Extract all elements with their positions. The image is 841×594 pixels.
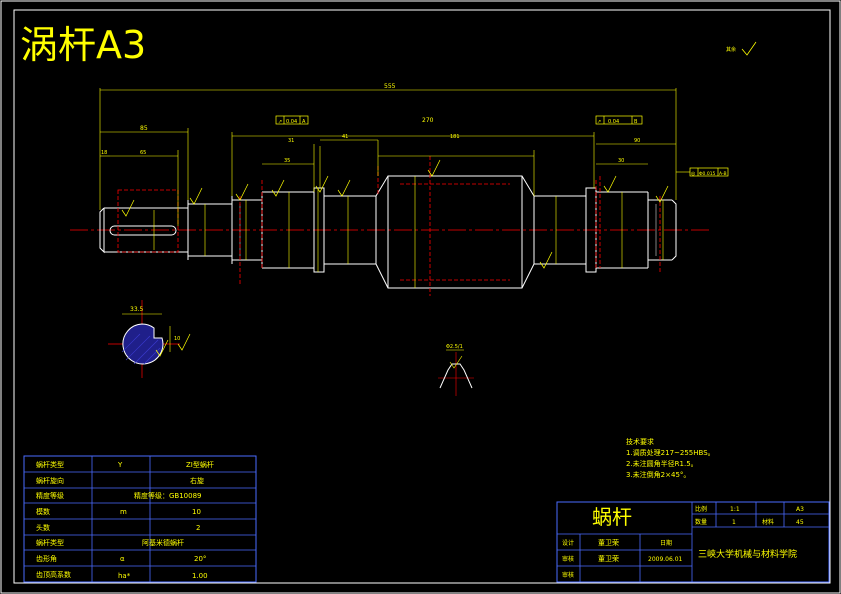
title-block: 蜗杆 比例 1:1 A3 数量 1 材料 45 设计 董卫荣 日期 审核 董卫荣…: [556, 501, 830, 583]
table-row: 齿顶高系数 ha* 1.00: [36, 570, 208, 580]
table-row: 蜗杆类型 阿基米德蜗杆: [36, 538, 184, 547]
dim-35: 35: [284, 158, 290, 164]
dim-31: 31: [288, 138, 294, 144]
svg-text:设计: 设计: [562, 539, 574, 547]
tolerance-frame-left: ↗ 0.04 A: [275, 115, 309, 125]
surface-finish-symbol: 其余: [726, 41, 757, 56]
svg-text:审核: 审核: [562, 555, 574, 563]
tech-req-item: 2.未注圆角半径R1.5。: [626, 459, 698, 468]
svg-text:1:1: 1:1: [730, 506, 740, 513]
svg-text:1.00: 1.00: [192, 572, 208, 580]
svg-text:A3: A3: [796, 506, 804, 513]
keyway-section-view: 33.5 10: [108, 300, 191, 378]
keyway-slot: [109, 225, 177, 236]
dim-270: 270: [422, 117, 434, 124]
svg-text:B: B: [634, 119, 638, 125]
svg-text:材料: 材料: [762, 518, 774, 526]
drawing-title: 涡杆A3: [20, 23, 146, 67]
svg-text:审核: 审核: [562, 571, 574, 579]
svg-text:m: m: [120, 508, 127, 516]
tolerance-frame-right: ↗ 0.04 B: [595, 115, 643, 125]
table-row: 头数 2: [36, 523, 200, 532]
svg-text:蜗杆旋向: 蜗杆旋向: [36, 476, 64, 485]
svg-text:蜗杆类型: 蜗杆类型: [36, 460, 64, 469]
technical-requirements: 技术要求 1.调质处理217~255HBS。 2.未注圆角半径R1.5。 3.未…: [626, 437, 715, 479]
tech-req-heading: 技术要求: [626, 437, 654, 446]
dim-30: 30: [618, 158, 624, 164]
dim-left-step: 85: [140, 125, 148, 132]
table-row: 蜗杆类型 Y ZI型蜗杆: [36, 460, 214, 469]
svg-text:董卫荣: 董卫荣: [598, 554, 619, 563]
svg-text:2: 2: [196, 524, 200, 532]
svg-text:右旋: 右旋: [190, 476, 204, 485]
svg-text:头数: 头数: [36, 523, 50, 532]
svg-text:↗: ↗: [597, 119, 601, 125]
shaft-main-view: 555 85 18 65 270 35 41 181 30 90 31 ↗ 0.…: [70, 83, 729, 296]
table-row: 精度等级 精度等级：GB10089: [36, 491, 202, 500]
svg-text:20°: 20°: [194, 555, 206, 563]
svg-text:董卫荣: 董卫荣: [598, 538, 619, 547]
svg-text:其余: 其余: [726, 46, 736, 53]
svg-text:齿顶高系数: 齿顶高系数: [36, 570, 71, 579]
drawing-canvas: 涡杆A3 其余 555 85 18 65 270 35 41 181 30 90…: [0, 0, 841, 594]
tech-req-item: 3.未注倒角2×45°。: [626, 470, 690, 479]
school-name: 三峡大学机械与材料学院: [698, 548, 797, 560]
dim-41: 41: [342, 134, 348, 140]
dim-18: 18: [101, 150, 107, 156]
svg-text:45: 45: [796, 519, 804, 526]
svg-text:精度等级: 精度等级: [36, 491, 64, 500]
svg-text:模数: 模数: [36, 507, 50, 516]
svg-text:Y: Y: [117, 461, 123, 469]
svg-text:◎: ◎: [691, 171, 696, 177]
worm-parameter-table: 蜗杆类型 Y ZI型蜗杆 蜗杆旋向 右旋 精度等级 精度等级：GB10089 模…: [23, 455, 257, 583]
tolerance-frame-far-right: ◎ Φ0.015 A-B: [689, 167, 729, 177]
key-depth-dim: 33.5: [130, 306, 144, 313]
svg-text:数量: 数量: [695, 518, 707, 526]
svg-text:0.04: 0.04: [608, 119, 619, 125]
svg-text:齿形角: 齿形角: [36, 554, 57, 563]
svg-text:A-B: A-B: [719, 171, 727, 177]
svg-text:↗: ↗: [278, 119, 282, 125]
svg-text:α: α: [120, 555, 125, 563]
svg-text:0.04: 0.04: [286, 119, 297, 125]
tooth-profile-detail: Φ2.5/1: [438, 344, 474, 396]
part-name: 蜗杆: [592, 505, 632, 529]
tooth-callout: Φ2.5/1: [446, 344, 463, 350]
table-row: 模数 m 10: [36, 507, 201, 516]
svg-text:Φ0.015: Φ0.015: [699, 171, 716, 177]
svg-text:ha*: ha*: [118, 572, 131, 580]
table-row: 蜗杆旋向 右旋: [36, 476, 204, 485]
table-row: 齿形角 α 20°: [36, 554, 206, 563]
dim-181: 181: [450, 134, 460, 140]
svg-text:阿基米德蜗杆: 阿基米德蜗杆: [142, 538, 184, 547]
dim-90: 90: [634, 138, 640, 144]
key-width-dim: 10: [174, 336, 180, 342]
svg-text:ZI型蜗杆: ZI型蜗杆: [186, 460, 214, 469]
svg-text:精度等级：GB10089: 精度等级：GB10089: [134, 491, 202, 500]
dim-overall: 555: [384, 83, 396, 90]
svg-text:比例: 比例: [695, 505, 707, 513]
tech-req-item: 1.调质处理217~255HBS。: [626, 448, 715, 457]
svg-text:1: 1: [732, 519, 736, 526]
svg-text:10: 10: [192, 508, 201, 516]
svg-text:2009.06.01: 2009.06.01: [648, 556, 683, 563]
dim-65: 65: [140, 150, 146, 156]
svg-text:A: A: [302, 119, 306, 125]
svg-text:日期: 日期: [660, 539, 672, 547]
svg-text:蜗杆类型: 蜗杆类型: [36, 538, 64, 547]
